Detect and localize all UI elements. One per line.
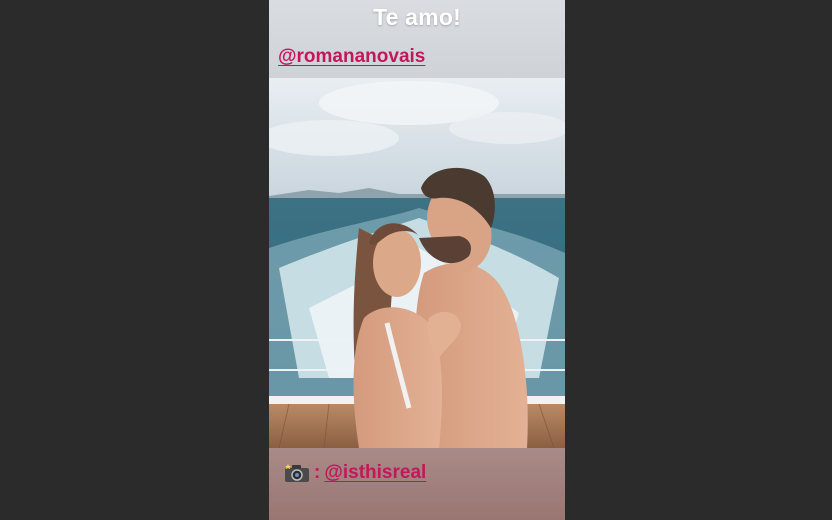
credit-separator: : (314, 462, 321, 483)
story-photo (269, 78, 565, 448)
camera-icon (284, 463, 310, 483)
mention-tag-romananovais[interactable]: @romananovais (278, 46, 425, 68)
photo-credit: : @isthisreal (284, 462, 426, 484)
story-caption: Te amo! (373, 4, 461, 30)
mention-tag-isthisreal[interactable]: @isthisreal (324, 462, 426, 484)
story-frame: Te amo! @romananovais: @isthisreal (269, 0, 565, 520)
